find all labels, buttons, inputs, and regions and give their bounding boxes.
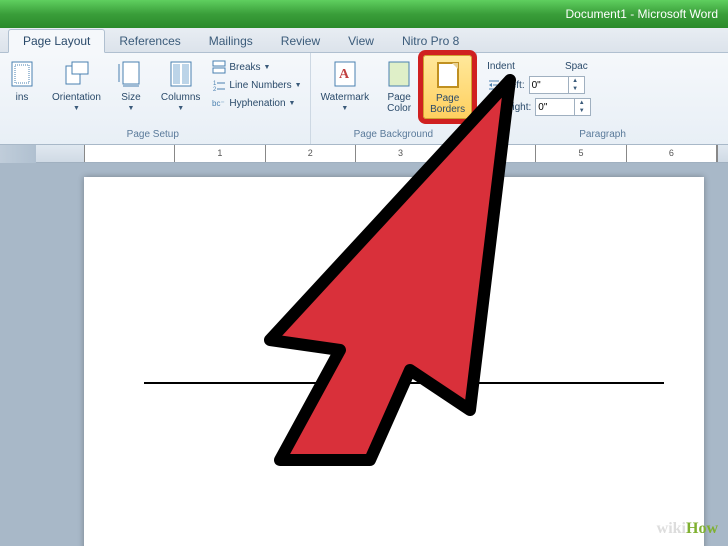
group-label-page-background: Page Background [354, 129, 434, 142]
hyphenation-icon: bc⁻ [212, 96, 226, 110]
group-page-background: A Watermark ▼ PageColor PageBorders Page… [311, 53, 478, 144]
group-page-setup: ins Orientation ▼ Size ▼ Column [0, 53, 311, 144]
breaks-icon [212, 60, 226, 74]
tab-mailings[interactable]: Mailings [195, 30, 267, 52]
line-numbers-button[interactable]: 12 Line Numbers ▼ [208, 77, 305, 93]
indent-right-icon [487, 100, 501, 114]
wikihow-watermark: wikiHow [657, 520, 718, 538]
page-color-button[interactable]: PageColor [377, 55, 421, 117]
size-button[interactable]: Size ▼ [109, 55, 153, 115]
document-page[interactable] [84, 177, 704, 546]
spinner-down-icon[interactable]: ▼ [575, 107, 588, 115]
ribbon-tabs: Page Layout References Mailings Review V… [0, 28, 728, 53]
chevron-down-icon: ▼ [341, 105, 348, 112]
indent-left-input[interactable] [530, 80, 568, 91]
chevron-down-icon: ▼ [295, 82, 302, 89]
margins-icon [6, 58, 38, 90]
breaks-button[interactable]: Breaks ▼ [208, 59, 305, 75]
indent-right-label: Right: [505, 102, 531, 113]
indent-left-label: Left: [505, 80, 524, 91]
margins-button[interactable]: ins [0, 55, 44, 106]
indent-right-spinner[interactable]: ▲▼ [535, 98, 591, 116]
orientation-button[interactable]: Orientation ▼ [46, 55, 107, 115]
indent-right-input[interactable] [536, 102, 574, 113]
page-borders-icon [432, 59, 464, 91]
chevron-down-icon: ▼ [264, 64, 271, 71]
hyphenation-button[interactable]: bc⁻ Hyphenation ▼ [208, 95, 305, 111]
spinner-up-icon[interactable]: ▲ [569, 77, 582, 85]
document-area[interactable] [0, 163, 728, 546]
line-numbers-icon: 12 [212, 78, 226, 92]
tab-page-layout[interactable]: Page Layout [8, 29, 105, 53]
chevron-down-icon: ▼ [127, 105, 134, 112]
watermark-icon: A [329, 58, 361, 90]
svg-text:bc⁻: bc⁻ [212, 99, 225, 108]
group-label-paragraph: Paragraph [579, 129, 626, 142]
spinner-up-icon[interactable]: ▲ [575, 99, 588, 107]
group-label-page-setup: Page Setup [127, 129, 179, 142]
spacing-header: Spac [565, 61, 588, 72]
columns-button[interactable]: Columns ▼ [155, 55, 206, 115]
indent-header: Indent [487, 61, 515, 72]
horizontal-line [144, 382, 664, 384]
chevron-down-icon: ▼ [73, 105, 80, 112]
svg-text:A: A [339, 67, 350, 82]
window-title: Document1 - Microsoft Word [566, 7, 719, 21]
tab-references[interactable]: References [105, 30, 194, 52]
page-color-icon [383, 58, 415, 90]
watermark-button[interactable]: A Watermark ▼ [315, 55, 376, 115]
spinner-down-icon[interactable]: ▼ [569, 85, 582, 93]
horizontal-ruler[interactable]: 1 2 3 4 5 6 [36, 145, 728, 163]
chevron-down-icon: ▼ [177, 105, 184, 112]
chevron-down-icon: ▼ [289, 100, 296, 107]
titlebar: Document1 - Microsoft Word [0, 0, 728, 28]
size-icon [115, 58, 147, 90]
page-borders-button[interactable]: PageBorders [423, 55, 472, 119]
columns-icon [165, 58, 197, 90]
orientation-icon [60, 58, 92, 90]
ribbon: ins Orientation ▼ Size ▼ Column [0, 53, 728, 145]
tab-nitro-pro[interactable]: Nitro Pro 8 [388, 30, 473, 52]
tab-view[interactable]: View [334, 30, 388, 52]
tab-review[interactable]: Review [267, 30, 334, 52]
indent-left-icon [487, 78, 501, 92]
indent-left-spinner[interactable]: ▲▼ [529, 76, 585, 94]
svg-text:2: 2 [213, 87, 217, 92]
group-paragraph: Indent Spac Left: ▲▼ Right: ▲ [477, 53, 728, 144]
